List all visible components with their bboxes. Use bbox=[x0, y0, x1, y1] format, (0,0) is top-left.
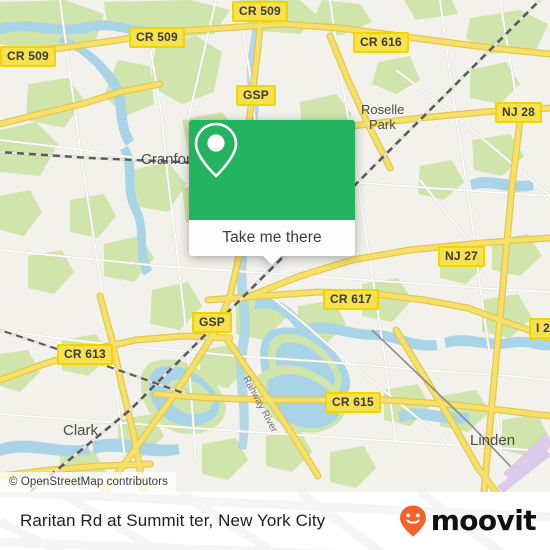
popup-footer[interactable]: Take me there bbox=[189, 220, 355, 265]
road-shield-label: CR 509 bbox=[136, 30, 178, 44]
place-label-linden: Linden bbox=[470, 432, 515, 449]
moovit-logo[interactable]: moovit bbox=[398, 504, 537, 538]
take-me-there-label: Take me there bbox=[222, 229, 322, 246]
place-label-roselle: Roselle bbox=[361, 102, 404, 117]
location-title: Raritan Rd at Summit ter, New York City bbox=[20, 511, 326, 530]
popup-tail bbox=[263, 256, 281, 265]
road-shield: GSP bbox=[192, 312, 232, 333]
place-label-clark: Clark bbox=[63, 422, 99, 439]
osm-attribution-text: © OpenStreetMap contributors bbox=[9, 476, 168, 488]
road-shield-label: CR 615 bbox=[332, 395, 374, 409]
place-label-roselle-park: Park bbox=[369, 117, 396, 132]
road-shield-label: CR 616 bbox=[360, 35, 402, 49]
road-shield-label: CR 509 bbox=[239, 4, 281, 18]
road-shield-label: I 2 bbox=[536, 321, 550, 335]
road-shield: CR 615 bbox=[325, 392, 381, 413]
moovit-wordmark: moovit bbox=[430, 504, 537, 537]
destination-popup[interactable]: Take me there bbox=[189, 120, 355, 265]
moovit-map-screenshot: Cranford Roselle Park Clark Linden Rahwa… bbox=[0, 0, 550, 550]
road-shield: I 2 bbox=[529, 318, 550, 339]
road-shield: NJ 27 bbox=[438, 246, 486, 267]
road-shield: CR 613 bbox=[57, 344, 113, 365]
road-shield: CR 616 bbox=[353, 32, 409, 53]
popup-header bbox=[189, 120, 355, 220]
road-shield: CR 509 bbox=[129, 27, 185, 48]
road-shield-label: CR 617 bbox=[330, 292, 372, 306]
map-pin-icon bbox=[194, 122, 238, 178]
moovit-pin-icon bbox=[399, 505, 426, 537]
road-shield: CR 617 bbox=[323, 289, 379, 310]
road-shield-label: NJ 28 bbox=[502, 105, 536, 119]
road-shield-label: NJ 27 bbox=[445, 249, 479, 263]
map-canvas[interactable]: Cranford Roselle Park Clark Linden Rahwa… bbox=[0, 0, 550, 492]
footer-bar: Raritan Rd at Summit ter, New York City … bbox=[0, 492, 550, 550]
road-shield-label: GSP bbox=[199, 315, 225, 329]
road-shield-label: CR 613 bbox=[64, 347, 106, 361]
road-shield: GSP bbox=[236, 85, 276, 106]
road-shield: NJ 28 bbox=[495, 102, 543, 123]
road-shield: CR 509 bbox=[0, 46, 56, 67]
road-shield-label: GSP bbox=[243, 88, 269, 102]
road-shield-label: CR 509 bbox=[7, 49, 49, 63]
road-shield: CR 509 bbox=[232, 1, 288, 22]
osm-attribution[interactable]: © OpenStreetMap contributors bbox=[0, 472, 176, 492]
